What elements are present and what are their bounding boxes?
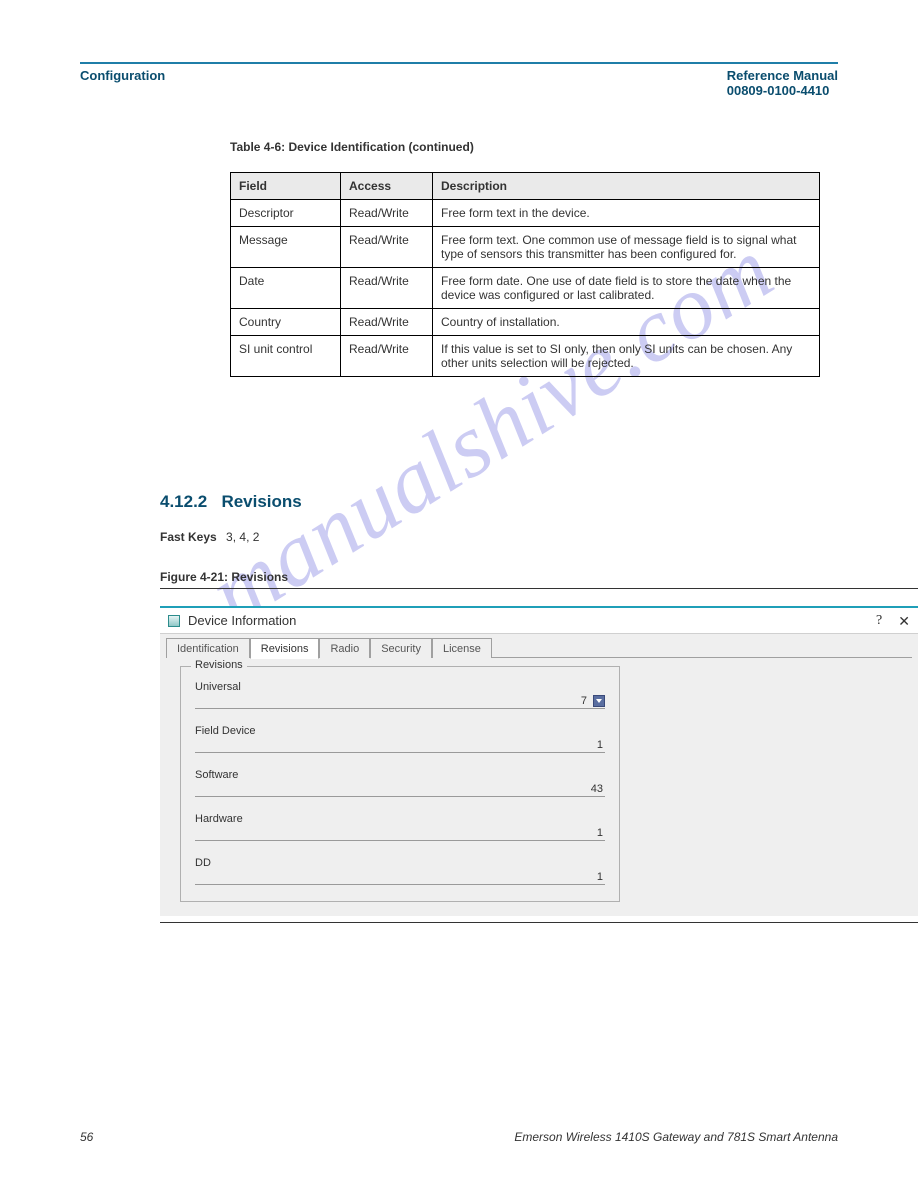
dd-input[interactable]: 1 bbox=[195, 869, 605, 885]
cell: Free form text in the device. bbox=[433, 200, 820, 227]
fast-keys-row: Fast Keys 3, 4, 2 bbox=[160, 530, 918, 544]
table-row: Message Read/Write Free form text. One c… bbox=[231, 227, 820, 268]
table-row: Country Read/Write Country of installati… bbox=[231, 309, 820, 336]
field-label: Field Device bbox=[195, 725, 605, 737]
tab-revisions[interactable]: Revisions bbox=[250, 638, 320, 659]
header-rule bbox=[80, 62, 838, 64]
header-right: Reference Manual 00809-0100-4410 bbox=[727, 68, 838, 98]
dialog-title: Device Information bbox=[188, 613, 876, 628]
th-field: Field bbox=[231, 173, 341, 200]
field-label: Universal bbox=[195, 681, 605, 693]
field-label: Hardware bbox=[195, 813, 605, 825]
header-manual-label: Reference Manual bbox=[727, 68, 838, 83]
identification-table: Field Access Description Descriptor Read… bbox=[230, 172, 820, 377]
fast-keys-label: Fast Keys bbox=[160, 530, 217, 544]
field-value: 1 bbox=[195, 827, 605, 839]
field-hardware: Hardware 1 bbox=[195, 813, 605, 841]
close-button[interactable]: ✕ bbox=[898, 614, 910, 628]
tab-security[interactable]: Security bbox=[370, 638, 432, 658]
tabstrip: Identification Revisions Radio Security … bbox=[160, 634, 918, 658]
chevron-down-icon[interactable] bbox=[593, 695, 605, 707]
dialog-titlebar: Device Information ? ✕ bbox=[160, 608, 918, 634]
cell: Date bbox=[231, 268, 341, 309]
table-header-row: Field Access Description bbox=[231, 173, 820, 200]
tab-license[interactable]: License bbox=[432, 638, 492, 658]
cell: Read/Write bbox=[341, 309, 433, 336]
cell: If this value is set to SI only, then on… bbox=[433, 336, 820, 377]
groupbox-legend: Revisions bbox=[191, 659, 247, 671]
cell: Read/Write bbox=[341, 268, 433, 309]
field-value: 43 bbox=[195, 783, 605, 795]
th-description: Description bbox=[433, 173, 820, 200]
section-title: Revisions bbox=[221, 492, 301, 511]
cell: Country of installation. bbox=[433, 309, 820, 336]
figure-rule-top bbox=[160, 588, 918, 589]
software-input[interactable]: 43 bbox=[195, 781, 605, 797]
help-button[interactable]: ? bbox=[876, 613, 882, 629]
field-universal: Universal 7 bbox=[195, 681, 605, 709]
field-value: 1 bbox=[195, 871, 605, 883]
cell: Read/Write bbox=[341, 336, 433, 377]
footer-doc-title: Emerson Wireless 1410S Gateway and 781S … bbox=[514, 1130, 838, 1144]
fast-keys-value: 3, 4, 2 bbox=[226, 530, 259, 544]
cell: Country bbox=[231, 309, 341, 336]
cell: Free form date. One use of date field is… bbox=[433, 268, 820, 309]
page-number: 56 bbox=[80, 1130, 93, 1144]
cell: Read/Write bbox=[341, 200, 433, 227]
table-row: SI unit control Read/Write If this value… bbox=[231, 336, 820, 377]
table-row: Descriptor Read/Write Free form text in … bbox=[231, 200, 820, 227]
cell: SI unit control bbox=[231, 336, 341, 377]
cell: Message bbox=[231, 227, 341, 268]
field-value: 1 bbox=[195, 739, 605, 751]
app-icon bbox=[168, 615, 180, 627]
field-field-device: Field Device 1 bbox=[195, 725, 605, 753]
device-info-dialog: Device Information ? ✕ Identification Re… bbox=[160, 606, 918, 916]
figure-caption: Figure 4-21: Revisions bbox=[160, 570, 288, 584]
table-caption: Table 4-6: Device Identification (contin… bbox=[230, 140, 474, 154]
field-label: DD bbox=[195, 857, 605, 869]
cell: Read/Write bbox=[341, 227, 433, 268]
cell: Descriptor bbox=[231, 200, 341, 227]
field-device-input[interactable]: 1 bbox=[195, 737, 605, 753]
universal-select[interactable]: 7 bbox=[195, 693, 605, 709]
field-software: Software 43 bbox=[195, 769, 605, 797]
tab-identification[interactable]: Identification bbox=[166, 638, 250, 658]
revisions-groupbox: Revisions Universal 7 Field Device 1 Sof… bbox=[180, 666, 620, 902]
field-dd: DD 1 bbox=[195, 857, 605, 885]
tab-radio[interactable]: Radio bbox=[319, 638, 370, 658]
header-docnum: 00809-0100-4410 bbox=[727, 83, 830, 98]
section-number: 4.12.2 bbox=[160, 492, 207, 511]
header-left: Configuration bbox=[80, 68, 165, 83]
hardware-input[interactable]: 1 bbox=[195, 825, 605, 841]
section-heading: 4.12.2 Revisions bbox=[160, 492, 302, 512]
field-label: Software bbox=[195, 769, 605, 781]
th-access: Access bbox=[341, 173, 433, 200]
cell: Free form text. One common use of messag… bbox=[433, 227, 820, 268]
table-row: Date Read/Write Free form date. One use … bbox=[231, 268, 820, 309]
field-value: 7 bbox=[195, 695, 589, 707]
figure-rule-bottom bbox=[160, 922, 918, 923]
